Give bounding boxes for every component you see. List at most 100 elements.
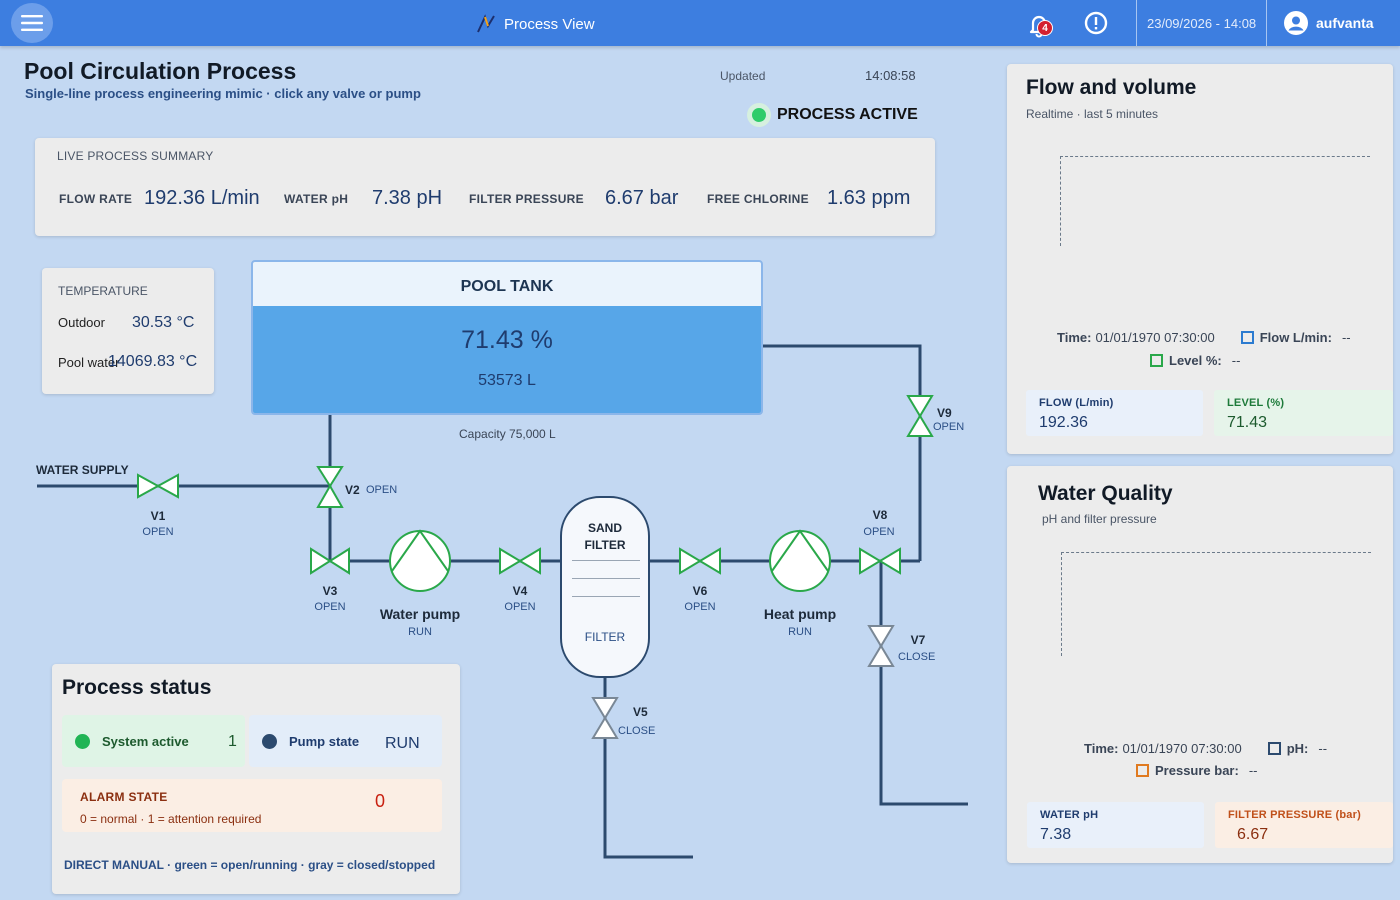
- pool-tank[interactable]: POOL TANK 71.43 % 53573 L: [251, 260, 763, 415]
- valve-v7[interactable]: [867, 625, 895, 667]
- sand-filter-label-1: SAND: [587, 521, 622, 535]
- kpi-level-label: LEVEL (%): [1227, 397, 1285, 409]
- ph-legend-swatch: [1267, 742, 1281, 755]
- valve-v9[interactable]: [906, 395, 934, 437]
- kpi-ph-value: 7.38: [1040, 826, 1072, 843]
- process-status-card: Process status System active 1 Pump stat…: [52, 664, 460, 894]
- water-quality-chart[interactable]: [1061, 552, 1371, 656]
- flow-volume-panel: Flow and volume Realtime · last 5 minute…: [1007, 64, 1393, 454]
- valve-v4-name: V4: [512, 584, 528, 598]
- valve-v4[interactable]: [499, 547, 541, 575]
- kpi-flow-value: 192.36: [1039, 414, 1088, 431]
- flow-tooltip-time-label: Time:: [1057, 330, 1092, 345]
- alarm-state-description: 0 = normal · 1 = attention required: [80, 812, 262, 826]
- kpi-ph: WATER pH 7.38: [1027, 802, 1204, 848]
- system-active-dot: [75, 734, 90, 749]
- wq-tooltip-row: Time: 01/01/1970 07:30:00 pH: --: [1084, 741, 1327, 756]
- kpi-level-value: 71.43: [1227, 414, 1268, 431]
- valve-v6-state: OPEN: [684, 601, 716, 613]
- valve-v2-name: V2: [345, 483, 360, 497]
- valve-v1-name: V1: [150, 509, 166, 523]
- kpi-ph-label: WATER pH: [1040, 809, 1099, 821]
- valve-v1-state: OPEN: [142, 526, 174, 538]
- valve-v6-name: V6: [692, 584, 708, 598]
- pump-state-label: Pump state: [289, 734, 360, 749]
- status-legend: DIRECT MANUAL · green = open/running · g…: [64, 858, 436, 872]
- pressure-legend-swatch: [1136, 764, 1149, 777]
- filter-layer-line: [572, 596, 640, 597]
- alert-circle-icon[interactable]: [1083, 10, 1109, 36]
- valve-v5-name: V5: [633, 705, 648, 719]
- ph-legend-label: pH:: [1286, 741, 1309, 756]
- system-active-label: System active: [102, 734, 189, 749]
- alarm-state-pill: ALARM STATE 0 = normal · 1 = attention r…: [62, 779, 442, 832]
- water-pump-state: RUN: [408, 626, 432, 638]
- flow-tooltip-row: Time: 01/01/1970 07:30:00 Flow L/min: --: [1057, 330, 1351, 345]
- notification-badge: 4: [1037, 20, 1053, 36]
- heat-pump-name: Heat pump: [763, 606, 837, 622]
- valve-v6[interactable]: [679, 547, 721, 575]
- kpi-flow-label: FLOW (L/min): [1039, 397, 1114, 409]
- kpi-pressure-label: FILTER PRESSURE (bar): [1228, 809, 1361, 821]
- valve-v7-state: CLOSE: [898, 651, 936, 663]
- user-menu[interactable]: aufvanta: [1284, 11, 1374, 35]
- system-active-pill: System active 1: [62, 715, 245, 767]
- valve-v9-name: V9: [937, 406, 952, 420]
- level-legend-value: --: [1231, 353, 1241, 368]
- valve-v4-state: OPEN: [504, 601, 536, 613]
- flow-legend-label: Flow L/min:: [1259, 330, 1332, 345]
- pump-state-value: RUN: [385, 735, 420, 752]
- pump-state-dot: [262, 734, 277, 749]
- kpi-level: LEVEL (%) 71.43: [1214, 390, 1393, 436]
- filter-layer-line: [572, 560, 640, 561]
- user-avatar-icon: [1284, 11, 1308, 35]
- valve-v7-name: V7: [910, 633, 926, 647]
- water-supply-label: WATER SUPPLY: [36, 463, 129, 477]
- wq-panel-title: Water Quality: [1038, 482, 1173, 505]
- flow-legend-value: --: [1341, 330, 1351, 345]
- sand-filter[interactable]: SAND FILTER FILTER: [560, 496, 650, 678]
- heat-pump-symbol[interactable]: [769, 529, 831, 592]
- alarm-state-label: ALARM STATE: [80, 790, 168, 804]
- valve-v5-state: CLOSE: [618, 725, 656, 737]
- pipe-drain-v7: [879, 561, 968, 806]
- system-active-value: 1: [228, 733, 237, 750]
- level-legend-swatch: [1150, 354, 1163, 367]
- flow-chart[interactable]: [1060, 156, 1370, 246]
- pool-tank-water-fill: 71.43 % 53573 L: [253, 306, 761, 413]
- pool-tank-capacity: Capacity 75,000 L: [459, 427, 556, 441]
- pool-tank-title: POOL TANK: [460, 278, 554, 295]
- valve-v9-state: OPEN: [933, 421, 965, 433]
- flow-panel-title: Flow and volume: [1026, 76, 1197, 99]
- valve-v3-state: OPEN: [314, 601, 346, 613]
- valve-v1[interactable]: [137, 473, 179, 499]
- divider: [1266, 0, 1267, 46]
- valve-v3-name: V3: [322, 584, 338, 598]
- wq-tooltip-time-label: Time:: [1084, 741, 1119, 756]
- pool-tank-volume: 53573 L: [478, 372, 536, 389]
- pressure-legend-row: Pressure bar: --: [1136, 763, 1258, 778]
- user-name: aufvanta: [1316, 15, 1374, 31]
- pressure-legend-value: --: [1248, 763, 1258, 778]
- kpi-filter-pressure: FILTER PRESSURE (bar) 6.67: [1215, 802, 1393, 848]
- pressure-legend-label: Pressure bar:: [1155, 763, 1239, 778]
- heat-pump-state: RUN: [788, 626, 812, 638]
- level-legend-label: Level %:: [1169, 353, 1222, 368]
- water-pump-symbol[interactable]: [389, 529, 451, 592]
- divider: [1136, 0, 1137, 46]
- flow-tooltip-time: 01/01/1970 07:30:00: [1095, 330, 1215, 345]
- wq-panel-subtitle: pH and filter pressure: [1042, 512, 1157, 526]
- sand-filter-filter-label: FILTER: [584, 630, 626, 644]
- valve-v5[interactable]: [591, 697, 619, 739]
- valve-v2-state: OPEN: [366, 484, 398, 496]
- process-status-title: Process status: [62, 676, 212, 699]
- valve-v8-state: OPEN: [863, 526, 895, 538]
- kpi-pressure-value: 6.67: [1237, 826, 1269, 843]
- flow-panel-subtitle: Realtime · last 5 minutes: [1026, 107, 1159, 121]
- water-quality-panel: Water Quality pH and filter pressure Tim…: [1007, 466, 1393, 863]
- water-pump-name: Water pump: [379, 606, 461, 622]
- pool-tank-level: 71.43 %: [461, 326, 553, 354]
- ph-legend-value: --: [1318, 741, 1328, 756]
- sand-filter-label-2: FILTER: [584, 538, 626, 552]
- alarm-state-value: 0: [375, 791, 386, 811]
